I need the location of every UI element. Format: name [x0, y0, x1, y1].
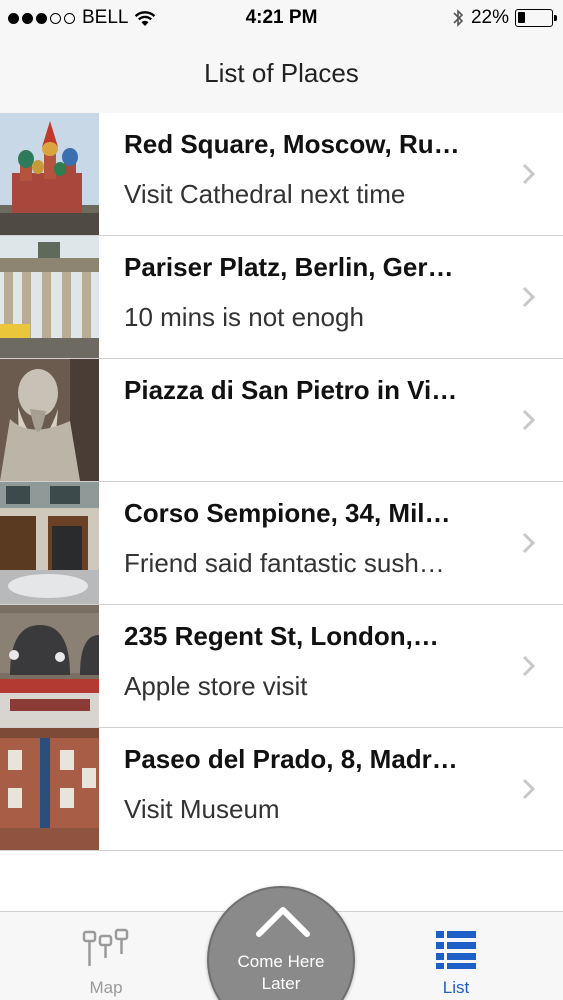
chevron-right-icon	[522, 532, 536, 554]
place-photo	[0, 482, 99, 604]
place-row[interactable]: Pariser Platz, Berlin, Ger… 10 mins is n…	[0, 236, 563, 359]
battery-icon	[515, 9, 557, 27]
place-row[interactable]: 235 Regent St, London,… Apple store visi…	[0, 605, 563, 728]
place-row[interactable]: Red Square, Moscow, Ru… Visit Cathedral …	[0, 113, 563, 236]
place-photo	[0, 728, 99, 850]
navigation-bar: List of Places	[0, 36, 563, 113]
place-note: Apple store visit	[124, 671, 308, 701]
center-label-line: Later	[261, 974, 301, 993]
place-title: Red Square, Moscow, Ru…	[124, 129, 460, 159]
map-pins-icon	[82, 928, 129, 966]
chevron-right-icon	[522, 286, 536, 308]
places-list[interactable]: Red Square, Moscow, Ru… Visit Cathedral …	[0, 113, 563, 851]
place-title: Corso Sempione, 34, Mil…	[124, 498, 451, 528]
place-note: Visit Cathedral next time	[124, 179, 406, 209]
chevron-right-icon	[522, 778, 536, 800]
chevron-right-icon	[522, 163, 536, 185]
tab-map[interactable]: Map	[61, 912, 151, 1000]
screen: BELL 4:21 PM 22% List of Places Red Squa…	[0, 0, 563, 1000]
place-note: Friend said fantastic sush…	[124, 548, 445, 578]
chevron-right-icon	[522, 409, 536, 431]
battery-cap	[554, 15, 557, 21]
tab-list-label: List	[442, 978, 470, 997]
tab-map-label: Map	[89, 978, 123, 997]
chevron-up-icon	[256, 907, 310, 937]
place-row[interactable]: Piazza di San Pietro in Vi…	[0, 359, 563, 482]
come-here-later-label: Come Here Later	[209, 951, 353, 995]
battery-percent: 22%	[470, 7, 509, 28]
place-photo	[0, 236, 99, 358]
place-note: Visit Museum	[124, 794, 280, 824]
place-title: Paseo del Prado, 8, Madr…	[124, 744, 458, 774]
center-label-line: Come Here	[237, 952, 325, 971]
list-icon	[436, 931, 476, 969]
battery-level-fill	[518, 12, 525, 23]
place-row[interactable]: Corso Sempione, 34, Mil… Friend said fan…	[0, 482, 563, 605]
come-here-later-button[interactable]: Come Here Later	[207, 886, 355, 1000]
place-row[interactable]: Paseo del Prado, 8, Madr… Visit Museum	[0, 728, 563, 851]
place-title: 235 Regent St, London,…	[124, 621, 439, 651]
bluetooth-icon	[453, 9, 464, 27]
status-right: 22%	[451, 7, 557, 29]
place-note: 10 mins is not enogh	[124, 302, 364, 332]
page-title: List of Places	[204, 58, 359, 88]
place-photo	[0, 113, 99, 235]
place-title: Piazza di San Pietro in Vi…	[124, 375, 458, 405]
status-bar: BELL 4:21 PM 22%	[0, 0, 563, 36]
place-photo	[0, 605, 99, 727]
place-title: Pariser Platz, Berlin, Ger…	[124, 252, 454, 282]
tab-list[interactable]: List	[411, 912, 501, 1000]
chevron-right-icon	[522, 655, 536, 677]
place-photo	[0, 359, 99, 481]
